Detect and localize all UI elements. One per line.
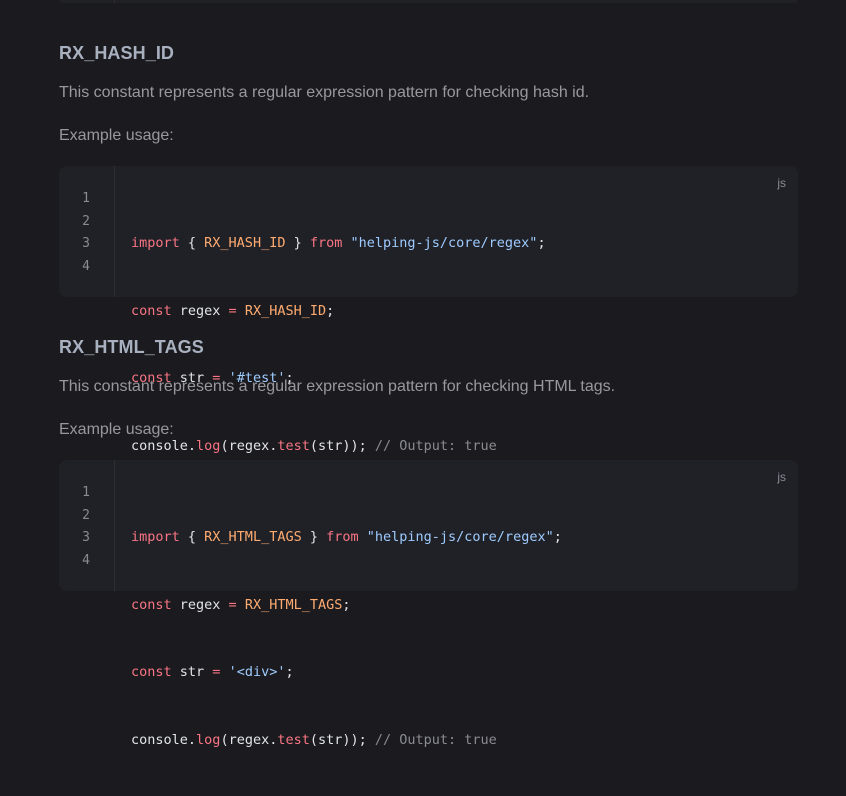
punct-token: ; — [342, 596, 351, 613]
section-description: This constant represents a regular expre… — [59, 84, 590, 101]
line-number: 1 — [82, 191, 90, 206]
punct-token: ; — [326, 302, 335, 319]
variable-token: (regex. — [220, 437, 278, 454]
punct-token: } — [285, 235, 310, 251]
line-number: 1 — [82, 485, 90, 500]
identifier-token: RX_HTML_TAGS — [204, 529, 302, 545]
line-number-gutter: 1 2 3 4 — [59, 166, 115, 297]
comment-token: // Output: true — [374, 731, 497, 748]
method-token: test — [277, 437, 310, 454]
code-gutter-divider — [114, 0, 115, 3]
code-language-label: js — [777, 176, 786, 190]
variable-token: (regex. — [220, 731, 278, 748]
keyword-token: const — [131, 664, 172, 680]
code-line: console.log(regex.test(str)); // Output:… — [131, 729, 562, 752]
method-token: test — [277, 731, 310, 748]
line-number: 4 — [82, 258, 90, 274]
identifier-token: RX_HASH_ID — [204, 235, 286, 251]
punct-token: . — [187, 437, 197, 454]
example-usage-label: Example usage: — [59, 421, 174, 438]
section-description: This constant represents a regular expre… — [59, 378, 616, 395]
line-number-gutter: 1 2 3 4 — [59, 460, 115, 591]
string-token: "helping-js/core/regex" — [350, 235, 538, 251]
line-number: 3 — [82, 530, 90, 545]
punct-token: . — [187, 731, 197, 748]
code-line: const regex = RX_HTML_TAGS; — [131, 594, 562, 617]
punct-token: { — [179, 529, 205, 545]
code-text[interactable]: import { RX_HTML_TAGS } from "helping-js… — [131, 481, 562, 796]
identifier-token: RX_HTML_TAGS — [244, 596, 343, 613]
punct-token — [342, 235, 350, 251]
variable-token: regex — [171, 596, 229, 613]
code-line: import { RX_HASH_ID } from "helping-js/c… — [131, 232, 546, 255]
string-token: "helping-js/core/regex" — [366, 529, 554, 545]
code-block: js 1 2 3 4 import { RX_HTML_TAGS } from … — [59, 460, 798, 748]
variable-token: str — [171, 664, 213, 680]
section-heading: RX_HTML_TAGS — [59, 337, 204, 357]
code-line: const str = '<div>'; — [131, 661, 562, 684]
line-number: 2 — [82, 507, 90, 523]
method-token: log — [196, 731, 221, 748]
variable-token: regex — [171, 302, 229, 319]
identifier-token: RX_HASH_ID — [244, 302, 327, 319]
string-token: '<div>' — [228, 664, 286, 680]
punct-token: ; — [537, 235, 546, 251]
variable-token: (str)); — [309, 437, 375, 454]
code-block: js 1 2 3 4 import { RX_HASH_ID } from "h… — [59, 166, 798, 454]
punct-token — [237, 597, 245, 613]
previous-code-block-edge — [59, 0, 798, 3]
variable-token: console — [131, 731, 188, 748]
keyword-token: const — [131, 596, 172, 613]
code-language-label: js — [777, 470, 786, 484]
line-number: 2 — [82, 213, 90, 229]
punct-token: { — [179, 235, 205, 251]
variable-token: (str)); — [309, 731, 375, 748]
keyword-token: const — [131, 302, 172, 319]
method-token: log — [196, 437, 221, 454]
punct-token: ; — [285, 664, 294, 680]
punct-token: ; — [553, 529, 562, 545]
punct-token — [220, 664, 228, 680]
code-line: console.log(regex.test(str)); // Output:… — [131, 435, 546, 458]
operator-token: = — [228, 596, 237, 613]
punct-token — [237, 303, 245, 319]
operator-token: = — [228, 302, 237, 319]
keyword-token: import — [131, 529, 180, 545]
example-usage-label: Example usage: — [59, 127, 174, 144]
section-heading: RX_HASH_ID — [59, 43, 175, 63]
line-number: 4 — [82, 552, 90, 568]
punct-token: } — [301, 529, 327, 545]
line-number: 3 — [82, 236, 90, 251]
comment-token: // Output: true — [374, 437, 497, 454]
code-line: import { RX_HTML_TAGS } from "helping-js… — [131, 526, 562, 549]
keyword-token: import — [131, 235, 180, 251]
keyword-token: from — [309, 235, 343, 251]
punct-token — [359, 529, 367, 545]
operator-token: = — [212, 664, 221, 680]
keyword-token: from — [326, 529, 359, 545]
code-line: const regex = RX_HASH_ID; — [131, 300, 546, 323]
